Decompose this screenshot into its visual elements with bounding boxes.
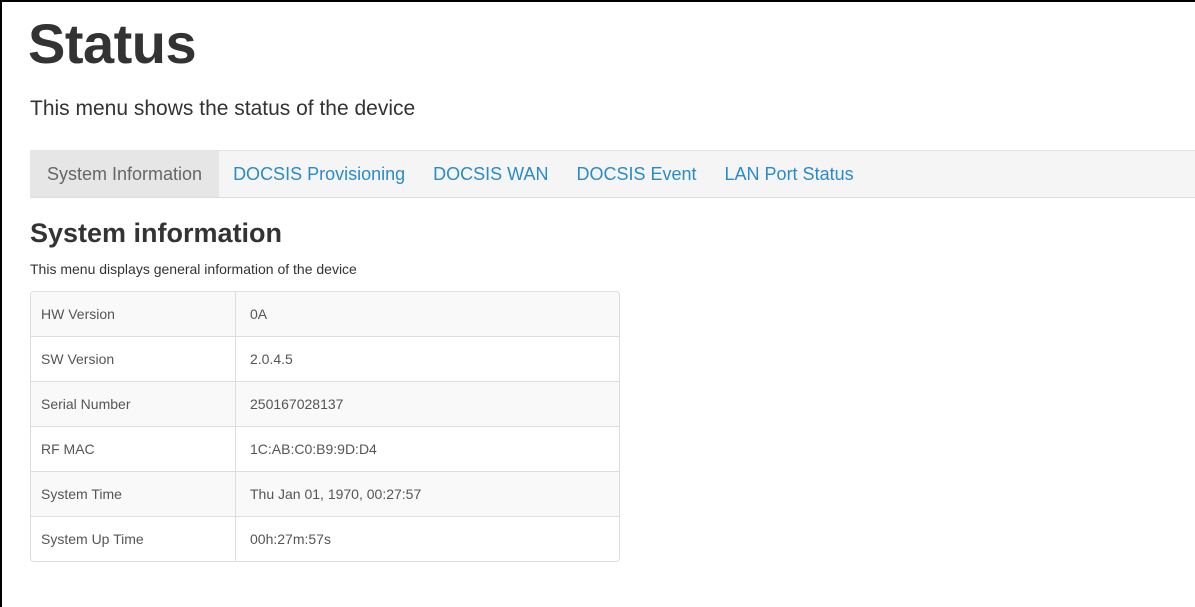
row-value: 250167028137	[235, 381, 619, 427]
row-label: Serial Number	[31, 381, 236, 427]
table-row-rf-mac: RF MAC 1C:AB:C0:B9:9D:D4	[31, 426, 619, 472]
page-title: Status	[28, 12, 197, 75]
tab-system-information[interactable]: System Information	[30, 151, 220, 197]
system-info-grid: HW Version 0A SW Version 2.0.4.5 Serial …	[31, 292, 619, 561]
row-label: HW Version	[31, 292, 236, 337]
page-frame: Status This menu shows the status of the…	[0, 0, 1195, 607]
row-label: SW Version	[31, 336, 236, 382]
section-title: System information	[30, 218, 283, 248]
table-row-system-time: System Time Thu Jan 01, 1970, 00:27:57	[31, 471, 619, 517]
tab-docsis-provisioning[interactable]: DOCSIS Provisioning	[219, 151, 419, 197]
row-value: Thu Jan 01, 1970, 00:27:57	[235, 471, 619, 517]
row-value: 2.0.4.5	[235, 336, 619, 382]
row-label: System Time	[31, 471, 236, 517]
row-label: System Up Time	[31, 516, 236, 561]
row-value: 00h:27m:57s	[235, 516, 619, 561]
row-value: 0A	[235, 292, 619, 337]
table-row-serial-number: Serial Number 250167028137	[31, 381, 619, 427]
table-row-hw-version: HW Version 0A	[31, 292, 619, 337]
status-tab-bar: System Information DOCSIS Provisioning D…	[30, 150, 1195, 198]
row-value: 1C:AB:C0:B9:9D:D4	[235, 426, 619, 472]
tab-lan-port-status[interactable]: LAN Port Status	[711, 151, 868, 197]
system-info-table: HW Version 0A SW Version 2.0.4.5 Serial …	[30, 291, 620, 562]
table-row-system-up-time: System Up Time 00h:27m:57s	[31, 516, 619, 561]
page-description: This menu shows the status of the device	[30, 97, 416, 120]
tab-docsis-event[interactable]: DOCSIS Event	[562, 151, 710, 197]
row-label: RF MAC	[31, 426, 236, 472]
tab-docsis-wan[interactable]: DOCSIS WAN	[419, 151, 562, 197]
section-description: This menu displays general information o…	[30, 261, 357, 277]
table-row-sw-version: SW Version 2.0.4.5	[31, 336, 619, 382]
